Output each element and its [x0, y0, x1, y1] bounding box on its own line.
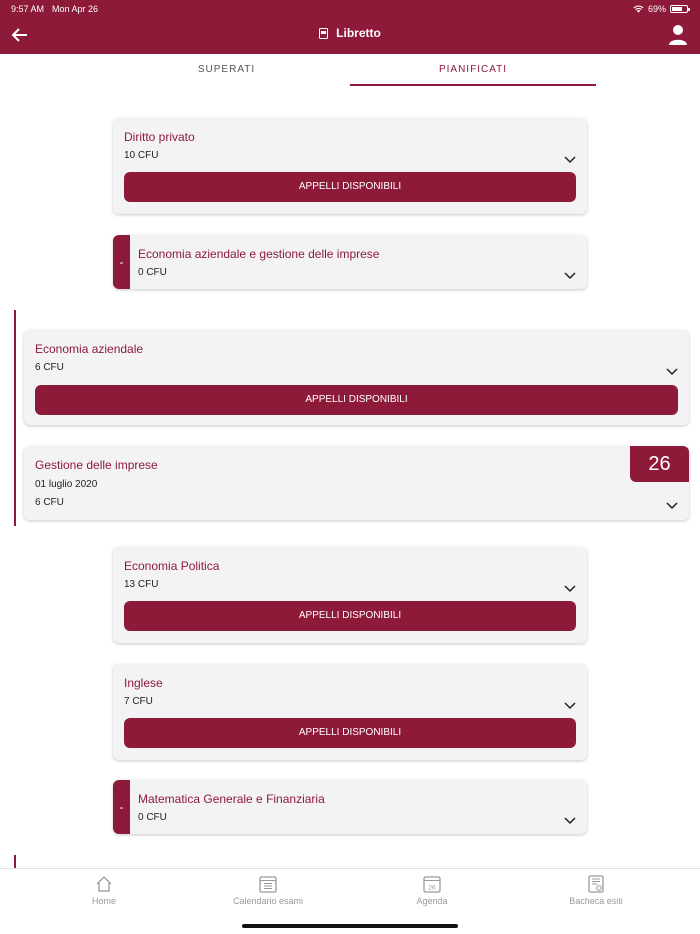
tab-pianificati[interactable]: PIANIFICATI: [350, 54, 596, 86]
page-title-text: Libretto: [336, 26, 381, 40]
status-time: 9:57 AM: [11, 4, 45, 14]
exam-name: Inglese: [124, 676, 163, 690]
exam-card[interactable]: Economia aziendale 6 CFU APPELLI DISPONI…: [24, 330, 689, 425]
nav-bacheca-esiti[interactable]: Bacheca esiti: [536, 875, 656, 906]
exam-name: Economia aziendale e gestione delle impr…: [138, 247, 380, 261]
chevron-down-icon[interactable]: [666, 368, 678, 376]
nav-agenda[interactable]: 26 Agenda: [372, 875, 492, 906]
status-right: 69%: [633, 4, 690, 14]
exam-name: Matematica Generale e Finanziaria: [138, 792, 325, 806]
appelli-disponibili-button[interactable]: APPELLI DISPONIBILI: [124, 718, 576, 748]
tab-bar: SUPERATI PIANIFICATI: [0, 54, 700, 88]
appelli-disponibili-button[interactable]: APPELLI DISPONIBILI: [124, 172, 576, 202]
group-indicator-line: [14, 855, 16, 868]
home-icon: [96, 876, 112, 892]
battery-percent: 69%: [647, 4, 666, 14]
nav-label: Agenda: [416, 896, 448, 906]
exam-cfu: 13 CFU: [124, 579, 159, 590]
collapse-marker[interactable]: -: [113, 780, 130, 834]
exam-card[interactable]: - Economia aziendale e gestione delle im…: [113, 235, 587, 289]
exam-cfu: 0 CFU: [138, 812, 167, 823]
exam-cfu: 0 CFU: [138, 267, 167, 278]
exam-date: 01 luglio 2020: [35, 479, 98, 490]
user-profile-icon[interactable]: [668, 24, 688, 46]
nav-calendario-esami[interactable]: Calendario esami: [208, 875, 328, 906]
status-date: Mon Apr 26: [52, 4, 99, 14]
chevron-down-icon[interactable]: [564, 272, 576, 280]
exam-card[interactable]: - Matematica Generale e Finanziaria 0 CF…: [113, 780, 587, 834]
nav-home[interactable]: Home: [44, 875, 164, 906]
book-icon: [319, 27, 329, 39]
exam-card[interactable]: Diritto privato 10 CFU APPELLI DISPONIBI…: [113, 118, 587, 214]
status-bar: 9:57 AM Mon Apr 26 69%: [0, 0, 700, 18]
exam-name: Diritto privato: [124, 130, 195, 144]
agenda-icon-number: 26: [428, 885, 436, 892]
exam-name: Economia Politica: [124, 559, 220, 573]
app-header: 9:57 AM Mon Apr 26 69% Libretto: [0, 0, 700, 54]
tab-superati[interactable]: SUPERATI: [104, 54, 349, 86]
appelli-disponibili-button[interactable]: APPELLI DISPONIBILI: [124, 601, 576, 631]
chevron-down-icon[interactable]: [666, 502, 678, 510]
chevron-down-icon[interactable]: [564, 156, 576, 164]
nav-label: Home: [91, 896, 116, 906]
group-indicator-line: [14, 310, 16, 526]
page-title: Libretto: [0, 26, 700, 40]
agenda-calendar-icon: 26: [423, 876, 441, 893]
home-indicator[interactable]: [242, 924, 458, 928]
chevron-down-icon[interactable]: [564, 817, 576, 825]
exam-cfu: 6 CFU: [35, 362, 64, 373]
battery-icon: [670, 5, 690, 13]
exam-card-passed[interactable]: Gestione delle imprese 01 luglio 2020 6 …: [24, 446, 689, 520]
chevron-down-icon[interactable]: [564, 585, 576, 593]
chevron-down-icon[interactable]: [564, 702, 576, 710]
exam-cfu: 7 CFU: [124, 696, 153, 707]
exam-card[interactable]: Inglese 7 CFU APPELLI DISPONIBILI: [113, 664, 587, 760]
calendar-list-icon: [259, 876, 277, 893]
exam-cfu: 6 CFU: [35, 497, 64, 508]
collapse-marker[interactable]: -: [113, 235, 130, 289]
exam-card[interactable]: Economia Politica 13 CFU APPELLI DISPONI…: [113, 547, 587, 643]
exam-name: Economia aziendale: [35, 342, 144, 356]
exam-name: Gestione delle imprese: [35, 458, 158, 472]
exam-cfu: 10 CFU: [124, 150, 159, 161]
nav-label: Bacheca esiti: [569, 896, 623, 906]
appelli-disponibili-button[interactable]: APPELLI DISPONIBILI: [35, 385, 678, 415]
wifi-icon: [633, 5, 644, 13]
grade-badge: 26: [630, 446, 689, 482]
nav-label: Calendario esami: [232, 896, 304, 906]
results-board-icon: [588, 875, 604, 893]
